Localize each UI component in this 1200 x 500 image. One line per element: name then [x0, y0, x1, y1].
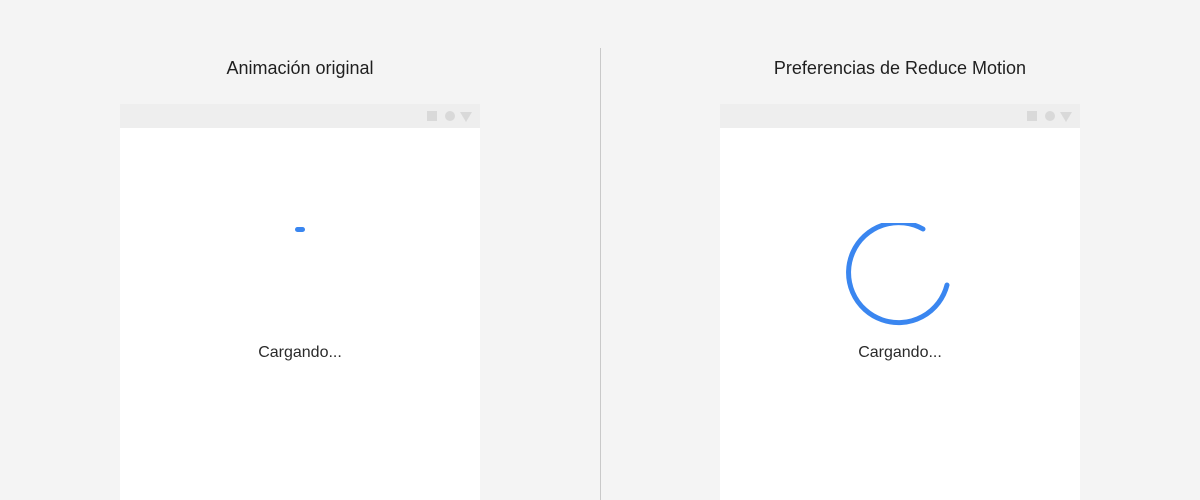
panel-title-reduce-motion: Preferencias de Reduce Motion — [773, 58, 1027, 78]
window-titlebar — [720, 104, 1080, 128]
circle-icon[interactable] — [1045, 111, 1055, 121]
triangle-down-icon[interactable] — [460, 112, 472, 122]
device-frame-original: Cargando... — [120, 104, 480, 500]
square-icon[interactable] — [1027, 111, 1037, 121]
square-icon[interactable] — [427, 111, 437, 121]
divider — [600, 48, 601, 500]
triangle-down-icon[interactable] — [1060, 112, 1072, 122]
loading-text: Cargando... — [858, 344, 942, 361]
loading-text: Cargando... — [258, 344, 342, 361]
panel-title-original-animation: Animación original — [226, 58, 374, 78]
device-frame-reduce-motion: Cargando... — [720, 104, 1080, 500]
circle-icon[interactable] — [445, 111, 455, 121]
spinner-ring-icon — [846, 223, 950, 326]
window-titlebar — [120, 104, 480, 128]
loading-dot-icon — [295, 227, 305, 232]
